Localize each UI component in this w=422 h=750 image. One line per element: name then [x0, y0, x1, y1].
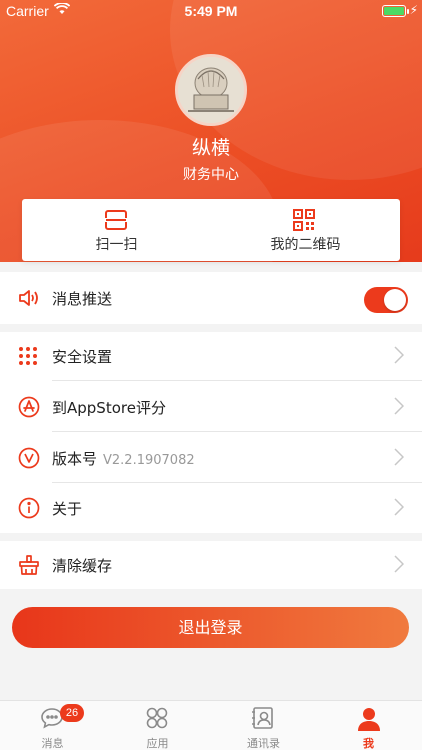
broom-icon: [18, 554, 40, 580]
tab-apps[interactable]: 应用: [105, 701, 210, 750]
about-row[interactable]: 关于: [0, 483, 422, 533]
tab-label: 通讯录: [247, 737, 280, 750]
tab-label: 我: [363, 737, 374, 750]
user-name: 纵横: [191, 137, 230, 159]
battery-icon: [382, 5, 409, 17]
version-row[interactable]: 版本号 V2.2.1907082: [0, 432, 422, 483]
tab-messages[interactable]: 26 消息: [0, 701, 105, 750]
version-label: 版本号 V2.2.1907082: [52, 448, 195, 469]
tab-label: 消息: [41, 737, 64, 750]
push-notification-label: 消息推送: [52, 290, 113, 308]
tab-bar: 26 消息 应用 通讯录 我: [0, 700, 422, 750]
version-value: V2.2.1907082: [103, 453, 195, 468]
security-settings-row[interactable]: 安全设置: [0, 332, 422, 381]
unread-badge: 26: [60, 704, 84, 722]
push-notification-row: 消息推送: [0, 272, 422, 324]
tab-label: 应用: [146, 737, 169, 750]
quick-actions-card: 扫一扫 我的二维码: [22, 199, 400, 261]
chevron-right-icon: [394, 498, 405, 520]
appstore-rating-row[interactable]: 到AppStore评分: [0, 381, 422, 432]
user-department: 财务中心: [183, 167, 239, 183]
chevron-right-icon: [394, 346, 405, 368]
info-icon: [18, 497, 40, 523]
status-bar: Carrier 5:49 PM ⚡: [0, 0, 422, 22]
speaker-icon: [18, 288, 40, 312]
person-icon: [356, 706, 382, 736]
my-qrcode-button[interactable]: 我的二维码: [211, 199, 400, 261]
chevron-right-icon: [394, 448, 405, 470]
security-settings-label: 安全设置: [52, 348, 113, 366]
chevron-right-icon: [394, 397, 405, 419]
charging-icon: ⚡: [409, 3, 418, 17]
tab-me[interactable]: 我: [316, 701, 421, 750]
version-title: 版本号: [52, 450, 98, 468]
avatar[interactable]: [175, 54, 247, 126]
clear-cache-label: 清除缓存: [52, 557, 113, 575]
logout-button[interactable]: 退出登录: [12, 607, 409, 648]
grid-dots-icon: [18, 346, 38, 370]
qrcode-icon: [293, 209, 315, 235]
tab-contacts[interactable]: 通讯录: [211, 701, 316, 750]
scan-icon: [104, 209, 128, 235]
appstore-rating-label: 到AppStore评分: [52, 399, 166, 417]
clear-cache-row[interactable]: 清除缓存: [0, 541, 422, 589]
appstore-icon: [18, 396, 40, 422]
about-label: 关于: [52, 500, 83, 518]
apps-icon: [145, 706, 169, 734]
chevron-right-icon: [394, 555, 405, 577]
push-notification-toggle[interactable]: [364, 287, 408, 313]
clock: 5:49 PM: [184, 3, 238, 19]
scan-label: 扫一扫: [95, 237, 138, 253]
toggle-knob: [384, 289, 406, 311]
my-qrcode-label: 我的二维码: [270, 237, 341, 253]
version-icon: [18, 447, 40, 473]
scan-button[interactable]: 扫一扫: [22, 199, 211, 261]
contacts-icon: [251, 706, 275, 734]
